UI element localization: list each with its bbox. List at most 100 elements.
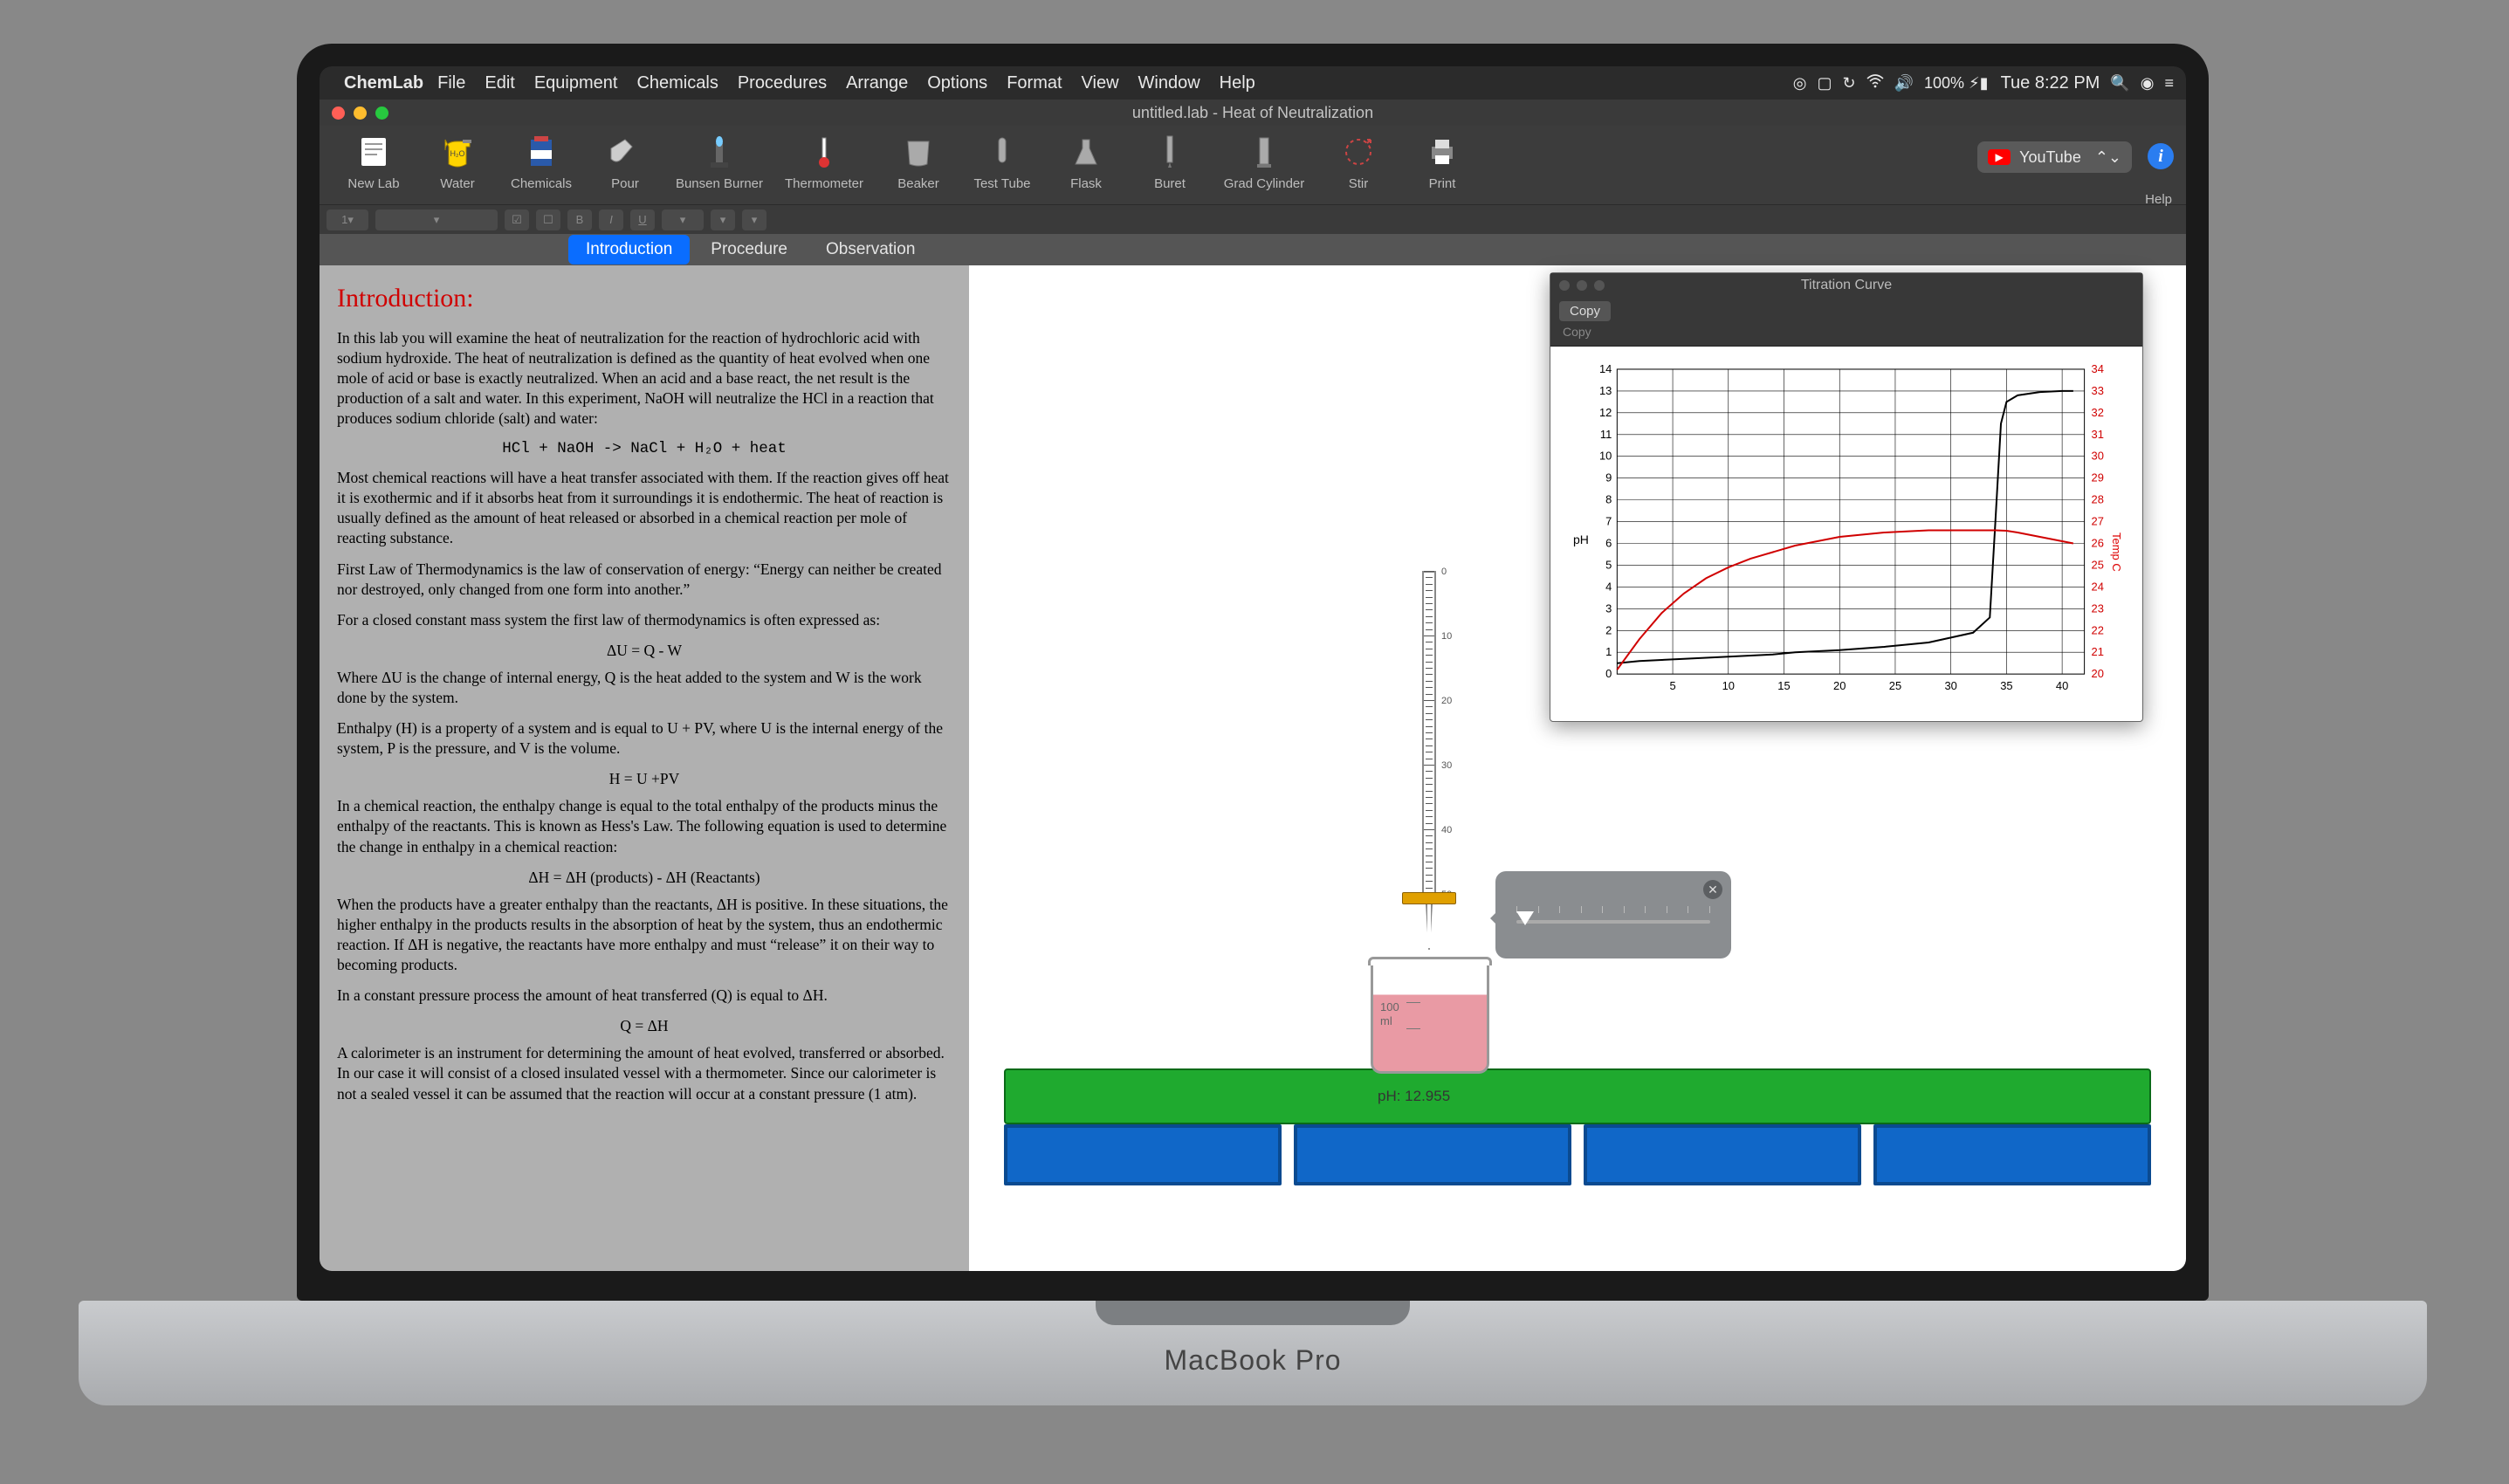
tool-bunsen-burner[interactable]: Bunsen Burner (667, 133, 772, 191)
beaker-equipment[interactable]: 100 ml (1371, 962, 1489, 1074)
siri-icon[interactable]: ◉ (2141, 74, 2155, 93)
menu-file[interactable]: File (437, 73, 465, 93)
document-panel[interactable]: Introduction: In this lab you will exami… (320, 265, 969, 1271)
svg-text:10: 10 (1599, 450, 1612, 463)
doc-paragraph: For a closed constant mass system the fi… (337, 610, 952, 630)
svg-text:7: 7 (1605, 515, 1612, 528)
doc-equation: ΔU = Q - W (337, 641, 952, 661)
timemachine-icon[interactable]: ↻ (1842, 74, 1855, 93)
tool-pour[interactable]: Pour (583, 133, 667, 191)
tool-new-lab[interactable]: New Lab (332, 133, 416, 191)
menu-window[interactable]: Window (1138, 73, 1200, 93)
battery-status[interactable]: 100% ⚡︎▮ (1924, 74, 1989, 93)
curve-window-titlebar[interactable]: Titration Curve (1550, 273, 2142, 298)
font-family-select[interactable]: ▾ (375, 210, 498, 230)
wifi-icon[interactable] (1866, 74, 1884, 93)
tool-stir[interactable]: Stir (1316, 133, 1400, 191)
slider-track[interactable] (1516, 920, 1710, 924)
menu-format[interactable]: Format (1007, 73, 1062, 93)
tool-test-tube[interactable]: Test Tube (960, 133, 1044, 191)
svg-text:31: 31 (2092, 428, 2104, 441)
menubar-app-name[interactable]: ChemLab (344, 73, 423, 93)
svg-text:40: 40 (2056, 679, 2068, 692)
format-select-1[interactable]: ▾ (662, 210, 704, 230)
youtube-icon: ▶ (1988, 149, 2011, 165)
tab-introduction[interactable]: Introduction (568, 235, 690, 265)
format-underline[interactable]: U (630, 210, 655, 230)
svg-text:8: 8 (1605, 493, 1612, 506)
tool-flask[interactable]: Flask (1044, 133, 1128, 191)
macos-menubar: ChemLab File Edit Equipment Chemicals Pr… (320, 66, 2186, 100)
volume-icon[interactable]: 🔊 (1894, 74, 1914, 93)
menu-equipment[interactable]: Equipment (534, 73, 618, 93)
curve-zoom-button[interactable] (1594, 280, 1605, 291)
tool-thermometer[interactable]: Thermometer (772, 133, 876, 191)
format-select-2[interactable]: ▾ (711, 210, 735, 230)
curve-close-button[interactable] (1559, 280, 1570, 291)
svg-text:10: 10 (1722, 679, 1735, 692)
bench-drawer (1294, 1124, 1571, 1185)
notifications-icon[interactable]: ≡ (2164, 74, 2174, 93)
menubar-clock[interactable]: Tue 8:22 PM (2001, 73, 2100, 93)
format-check-1[interactable]: ☑ (505, 210, 529, 230)
format-italic[interactable]: I (599, 210, 623, 230)
font-size-select[interactable]: 1 ▾ (327, 210, 368, 230)
titration-curve-window[interactable]: Titration Curve Copy Copy pH Temp C 0123… (1550, 272, 2143, 722)
tool-chemicals[interactable]: Chemicals (499, 133, 583, 191)
tool-water[interactable]: H₂OWater (416, 133, 499, 191)
laptop-brand: MacBook Pro (1164, 1344, 1341, 1377)
window-zoom-button[interactable] (375, 106, 388, 120)
tab-procedure[interactable]: Procedure (693, 235, 805, 265)
svg-text:4: 4 (1605, 580, 1612, 593)
menu-view[interactable]: View (1082, 73, 1119, 93)
tab-observation[interactable]: Observation (808, 235, 932, 265)
menu-chemicals[interactable]: Chemicals (636, 73, 718, 93)
doc-paragraph: In a constant pressure process the amoun… (337, 986, 952, 1006)
svg-text:5: 5 (1605, 558, 1612, 571)
svg-text:14: 14 (1599, 362, 1612, 375)
copy-button[interactable]: Copy (1559, 301, 1611, 321)
doc-paragraph: When the products have a greater enthalp… (337, 895, 952, 975)
svg-text:27: 27 (2092, 515, 2104, 528)
tool-grad-cylinder[interactable]: Grad Cylinder (1212, 133, 1316, 191)
ph-readout: pH: 12.955 (1378, 1088, 1450, 1105)
buret-stopcock[interactable] (1402, 892, 1456, 904)
svg-text:H₂O: H₂O (450, 149, 465, 158)
window-close-button[interactable] (332, 106, 345, 120)
curve-toolbar: Copy Copy (1550, 298, 2142, 347)
svg-text:30: 30 (1944, 679, 1956, 692)
curve-window-title: Titration Curve (1801, 278, 1892, 293)
menu-options[interactable]: Options (927, 73, 987, 93)
tool-buret[interactable]: Buret (1128, 133, 1212, 191)
help-info-button[interactable]: i (2148, 143, 2174, 169)
window-minimize-button[interactable] (354, 106, 367, 120)
lab-workspace[interactable]: 100 ml pH: 12.955 01020304050 (969, 265, 2186, 1271)
tool-print[interactable]: Print (1400, 133, 1484, 191)
svg-text:24: 24 (2092, 580, 2104, 593)
menu-procedures[interactable]: Procedures (738, 73, 827, 93)
titration-chart: pH Temp C 012345678910111213145101520253… (1568, 361, 2125, 704)
menu-arrange[interactable]: Arrange (846, 73, 908, 93)
format-select-3[interactable]: ▾ (742, 210, 766, 230)
svg-text:33: 33 (2092, 384, 2104, 397)
spotlight-icon[interactable]: 🔍 (2110, 74, 2129, 93)
close-icon[interactable]: ✕ (1703, 880, 1722, 899)
buret-equipment[interactable]: 01020304050 (1414, 571, 1444, 955)
format-check-2[interactable]: ☐ (536, 210, 560, 230)
airplay-icon[interactable]: ▢ (1817, 74, 1832, 93)
menu-help[interactable]: Help (1220, 73, 1255, 93)
doc-paragraph: In this lab you will examine the heat of… (337, 328, 952, 429)
slider-thumb[interactable] (1516, 911, 1534, 925)
menu-edit[interactable]: Edit (485, 73, 514, 93)
youtube-button[interactable]: ▶YouTube⌃⌄ (1977, 141, 2132, 173)
svg-text:6: 6 (1605, 536, 1612, 549)
chart-y-right-label: Temp C (2110, 532, 2123, 572)
curve-minimize-button[interactable] (1577, 280, 1587, 291)
beaker-mark: 100 (1380, 1000, 1399, 1013)
bench-drawer (1873, 1124, 2151, 1185)
tool-beaker[interactable]: Beaker (876, 133, 960, 191)
format-bold[interactable]: B (567, 210, 592, 230)
cc-icon[interactable]: ◎ (1793, 74, 1807, 93)
svg-text:29: 29 (2092, 471, 2104, 484)
help-label: Help (2145, 192, 2172, 207)
